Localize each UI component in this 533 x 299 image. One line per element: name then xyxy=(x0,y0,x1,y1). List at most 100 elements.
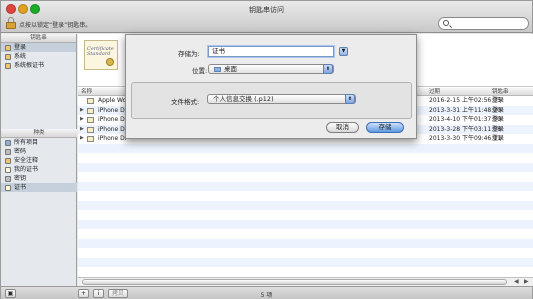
export-save-dialog: 存储为: 证书 ▼ 位置: 桌面 ⬍ 文件格式: 个人信息交换 (.p12) ⬍… xyxy=(125,34,417,139)
location-popup[interactable]: 桌面 ⬍ xyxy=(208,64,334,74)
sidebar-item-label: 系统 xyxy=(14,53,27,60)
keychain-icon xyxy=(5,53,11,60)
where-label: 位置: xyxy=(192,67,208,75)
empty-row xyxy=(78,153,533,163)
file-format-value: 个人信息交换 (.p12) xyxy=(213,95,274,103)
search-field[interactable] xyxy=(438,17,529,30)
row-keychain: 登录 xyxy=(492,97,505,104)
row-name: iPhone Di xyxy=(98,116,127,123)
empty-row xyxy=(78,210,533,220)
row-expires: 2013-3-30 下午09:46:11 xyxy=(429,135,501,142)
empty-row xyxy=(78,267,533,277)
scroll-right-arrow-icon[interactable]: ▶ xyxy=(524,278,529,286)
empty-row xyxy=(78,181,533,191)
format-options-group: 文件格式: 个人信息交换 (.p12) ⬍ xyxy=(131,82,412,119)
categories-header: 种类 xyxy=(1,129,77,138)
certificate-icon xyxy=(87,117,94,123)
sidebar: 钥匙串 登录 系统 系统根证书 种类 所有项目 密码 安全注释 我的证书 密钥 … xyxy=(1,34,77,286)
certificate-icon xyxy=(5,184,11,191)
title-bar: 钥匙串访问 点按以锁定“登录”钥匙串。 xyxy=(1,1,532,33)
sidebar-item-system[interactable]: 系统 xyxy=(1,52,76,61)
sidebar-item-passwords[interactable]: 密码 xyxy=(1,147,77,156)
empty-row xyxy=(78,191,533,201)
sidebar-item-login[interactable]: 登录 xyxy=(1,43,76,52)
certificate-icon xyxy=(87,136,94,142)
sidebar-item-label: 密钥 xyxy=(14,175,27,182)
popup-arrows-icon: ⬍ xyxy=(323,64,333,74)
keychain-icon xyxy=(5,44,11,51)
sidebar-item-my-certificates[interactable]: 我的证书 xyxy=(1,165,77,174)
save-as-label: 存储为: xyxy=(178,50,200,58)
secure-note-icon xyxy=(5,157,11,164)
item-count: 5 项 xyxy=(260,292,273,299)
disclosure-triangle-icon[interactable]: ▶ xyxy=(80,134,84,144)
empty-row xyxy=(78,238,533,248)
row-name: iPhone Di xyxy=(98,125,127,133)
key-icon xyxy=(5,175,11,182)
save-button[interactable]: 存储 xyxy=(366,122,404,133)
scroll-left-arrow-icon[interactable]: ◀ xyxy=(514,278,519,286)
lock-icon[interactable] xyxy=(6,17,16,29)
row-expires: 2013-3-31 上午11:48:20 xyxy=(429,106,501,114)
certificate-preview-title: Certificate Standard xyxy=(87,47,114,57)
column-name-header[interactable]: 名称 xyxy=(81,88,92,96)
row-expires: 2013-3-28 下午03:11:58 xyxy=(429,125,501,133)
row-keychain: 登录 xyxy=(492,106,505,114)
empty-row xyxy=(78,162,533,172)
sidebar-item-secure-notes[interactable]: 安全注释 xyxy=(1,156,77,165)
empty-row xyxy=(78,172,533,182)
cancel-button[interactable]: 取消 xyxy=(326,122,359,133)
chevron-down-icon: ▼ xyxy=(341,48,346,54)
empty-row xyxy=(78,200,533,210)
all-items-icon xyxy=(5,139,11,146)
row-expires: 2013-4-10 下午01:37:50 xyxy=(429,116,501,123)
seal-icon xyxy=(106,58,114,66)
keychains-header: 钥匙串 xyxy=(1,34,76,43)
sidebar-item-all-items[interactable]: 所有项目 xyxy=(1,138,77,147)
disclosure-triangle-icon[interactable]: ▶ xyxy=(80,106,84,116)
search-icon xyxy=(443,20,449,26)
folder-icon xyxy=(214,67,221,72)
password-icon xyxy=(5,148,11,155)
expand-dialog-button[interactable]: ▼ xyxy=(339,47,348,56)
file-format-label: 文件格式: xyxy=(171,98,200,106)
sidebar-item-certificates[interactable]: 证书 xyxy=(1,183,77,192)
window-title: 钥匙串访问 xyxy=(249,6,284,14)
sidebar-item-label: 安全注释 xyxy=(14,157,39,164)
sidebar-item-label: 所有项目 xyxy=(14,139,39,146)
keychain-access-window: 钥匙串访问 点按以锁定“登录”钥匙串。 钥匙串 登录 系统 系统根证书 种类 所… xyxy=(0,0,533,299)
sidebar-item-label: 证书 xyxy=(14,184,27,191)
row-keychain: 登录 xyxy=(492,125,505,133)
scrollbar-thumb[interactable] xyxy=(82,279,507,285)
column-expires-header[interactable]: 过期 xyxy=(429,88,440,96)
sidebar-item-keys[interactable]: 密钥 xyxy=(1,174,77,183)
sidebar-item-label: 登录 xyxy=(14,44,27,51)
row-keychain: 登录 xyxy=(492,135,505,142)
sidebar-item-label: 我的证书 xyxy=(14,166,39,173)
bottom-bar: ▣ + i 拷贝 5 项 xyxy=(1,286,532,299)
row-expires: 2016-2-15 上午02:56:35 xyxy=(429,97,501,104)
disclosure-triangle-icon[interactable]: ▶ xyxy=(80,115,84,125)
certificate-preview-icon: Certificate Standard xyxy=(84,40,118,70)
certificate-icon xyxy=(87,98,94,104)
column-keychain-header[interactable]: 钥匙串 xyxy=(492,88,509,96)
empty-row xyxy=(78,248,533,258)
sidebar-item-system-roots[interactable]: 系统根证书 xyxy=(1,61,76,70)
row-keychain: 登录 xyxy=(492,116,505,123)
row-name: iPhone Di xyxy=(98,106,127,114)
disclosure-triangle-icon[interactable]: ▶ xyxy=(80,125,84,135)
save-as-field[interactable]: 证书 xyxy=(208,46,334,57)
lock-hint-text: 点按以锁定“登录”钥匙串。 xyxy=(19,22,92,29)
popup-arrows-icon: ⬍ xyxy=(345,94,355,104)
horizontal-scrollbar[interactable]: ◀ ▶ xyxy=(78,277,533,286)
my-certificate-icon xyxy=(5,166,11,173)
empty-row xyxy=(78,143,533,153)
file-format-popup[interactable]: 个人信息交换 (.p12) ⬍ xyxy=(207,94,356,104)
certificate-icon xyxy=(87,126,94,133)
location-value: 桌面 xyxy=(224,65,237,73)
row-name: iPhone Di xyxy=(98,135,127,142)
empty-row xyxy=(78,219,533,229)
empty-row xyxy=(78,229,533,239)
empty-row xyxy=(78,257,533,267)
certificate-icon xyxy=(87,107,94,114)
